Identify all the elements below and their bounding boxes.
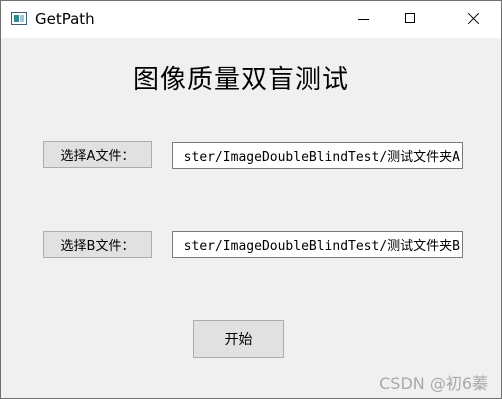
watermark-text: CSDN @初6蓁 <box>379 374 488 393</box>
path-a-value: ster/ImageDoubleBlindTest/测试文件夹A <box>183 150 460 165</box>
minimize-button[interactable] <box>341 1 387 38</box>
window-title: GetPath <box>35 10 95 28</box>
path-a-field[interactable]: ster/ImageDoubleBlindTest/测试文件夹A <box>172 142 463 169</box>
maximize-button[interactable] <box>387 1 433 38</box>
app-icon <box>11 12 27 25</box>
app-window: GetPath 图像质量双盲测试 选择A文件： ster/ImageDouble… <box>0 0 502 399</box>
page-title: 图像质量双盲测试 <box>132 65 349 95</box>
path-b-value: ster/ImageDoubleBlindTest/测试文件夹B <box>183 239 460 254</box>
select-file-a-button[interactable]: 选择A文件： <box>43 141 152 168</box>
path-b-field[interactable]: ster/ImageDoubleBlindTest/测试文件夹B <box>172 231 463 258</box>
select-file-b-button[interactable]: 选择B文件： <box>43 231 152 258</box>
close-button[interactable] <box>447 1 493 38</box>
start-button[interactable]: 开始 <box>193 320 284 358</box>
title-bar[interactable]: GetPath <box>1 1 501 38</box>
